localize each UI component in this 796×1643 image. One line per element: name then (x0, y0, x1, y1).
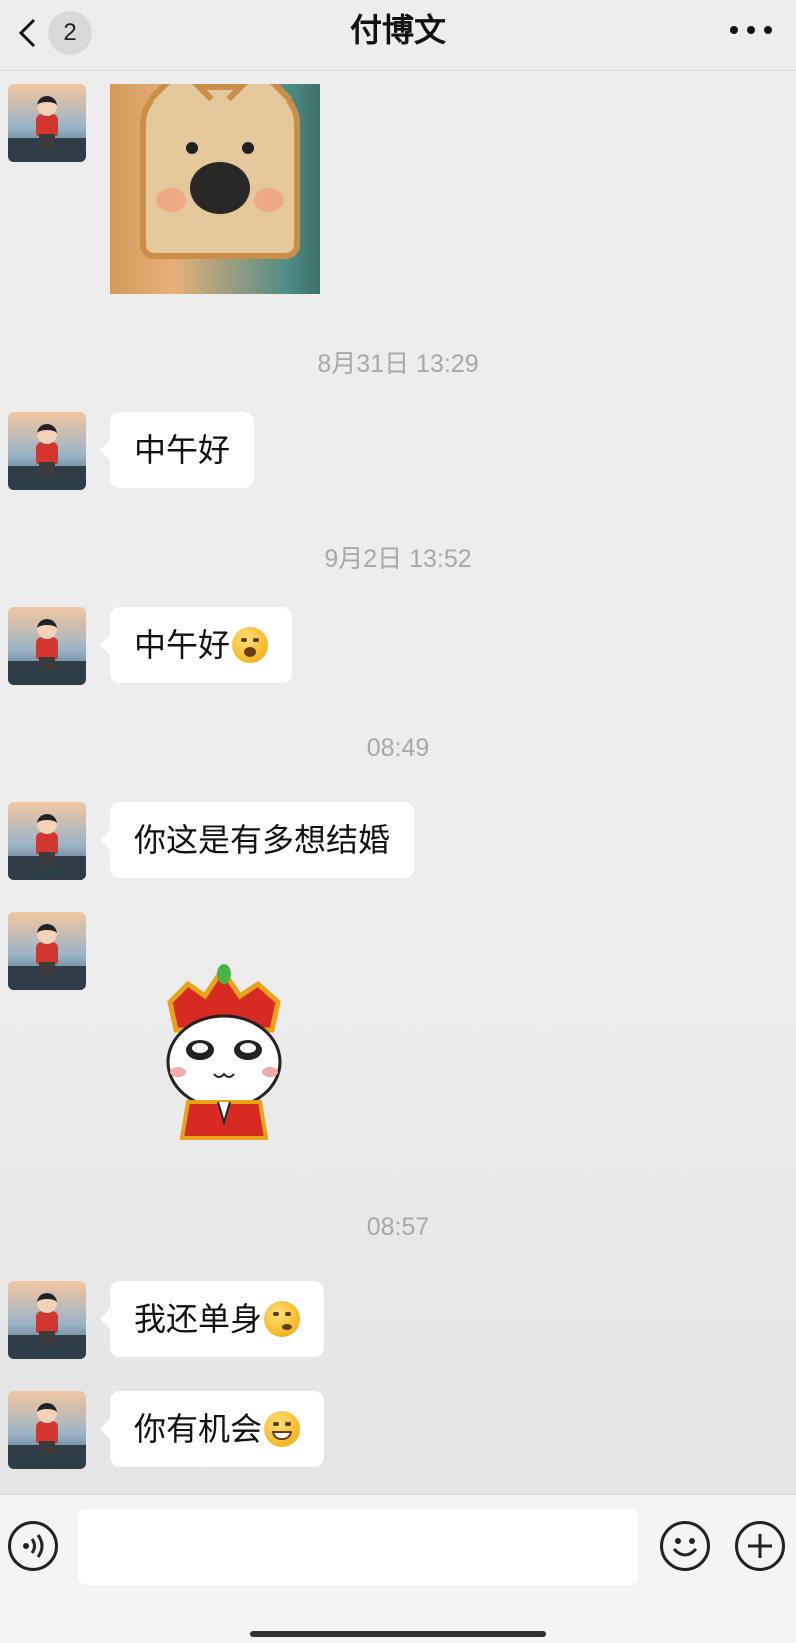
thinking-face-icon (264, 1300, 301, 1337)
emoji-button[interactable] (660, 1521, 710, 1571)
sticker-icon (166, 964, 282, 1140)
surprised-face-icon (232, 626, 269, 663)
avatar[interactable] (8, 912, 86, 990)
avatar[interactable] (8, 1281, 86, 1359)
message-text: 中午好 (134, 627, 231, 663)
voice-button[interactable] (8, 1521, 58, 1571)
plus-button[interactable] (735, 1521, 785, 1571)
message-bubble[interactable]: 中午好 (99, 412, 255, 488)
message-row: 你这是有多想结婚 (0, 802, 796, 880)
message-bubble[interactable]: 我还单身 (99, 1281, 325, 1357)
input-bar (0, 1494, 796, 1643)
message-row (0, 84, 796, 304)
avatar[interactable] (8, 1391, 86, 1469)
chat-header: 2 付博文 (0, 0, 796, 71)
timestamp: 8月31日 13:29 (317, 350, 479, 378)
more-dots-icon (730, 26, 772, 34)
message-bubble[interactable]: 你有机会 (99, 1391, 325, 1467)
chat-title: 付博文 (349, 12, 446, 48)
message-input[interactable] (78, 1509, 638, 1585)
crowned-bowing-sticker[interactable] (160, 962, 290, 1142)
message-bubble[interactable]: 你这是有多想结婚 (99, 802, 415, 878)
home-indicator (250, 1631, 546, 1637)
message-text: 中午好 (134, 432, 231, 468)
message-text: 你这是有多想结婚 (134, 822, 391, 858)
avatar[interactable] (8, 802, 86, 880)
avatar[interactable] (8, 412, 86, 490)
message-row: 我还单身 (0, 1281, 796, 1359)
grinning-face-icon (264, 1410, 301, 1447)
message-row: 你有机会 (0, 1391, 796, 1469)
avatar[interactable] (8, 607, 86, 685)
message-text: 你有机会 (134, 1411, 263, 1447)
timestamp: 08:49 (366, 734, 430, 762)
message-text: 我还单身 (134, 1301, 263, 1337)
plus-icon (748, 1534, 772, 1558)
emoji-icon (672, 1538, 698, 1557)
more-button[interactable] (726, 18, 776, 42)
timestamp: 08:57 (366, 1213, 430, 1241)
message-row: 中午好 (0, 412, 796, 490)
message-row (0, 912, 796, 1152)
message-bubble[interactable]: 中午好 (99, 607, 293, 683)
avatar[interactable] (8, 84, 86, 162)
voice-icon (23, 1534, 44, 1558)
message-row: 中午好 (0, 607, 796, 685)
bread-dog-photo[interactable] (110, 84, 320, 294)
timestamp: 9月2日 13:52 (324, 545, 472, 573)
